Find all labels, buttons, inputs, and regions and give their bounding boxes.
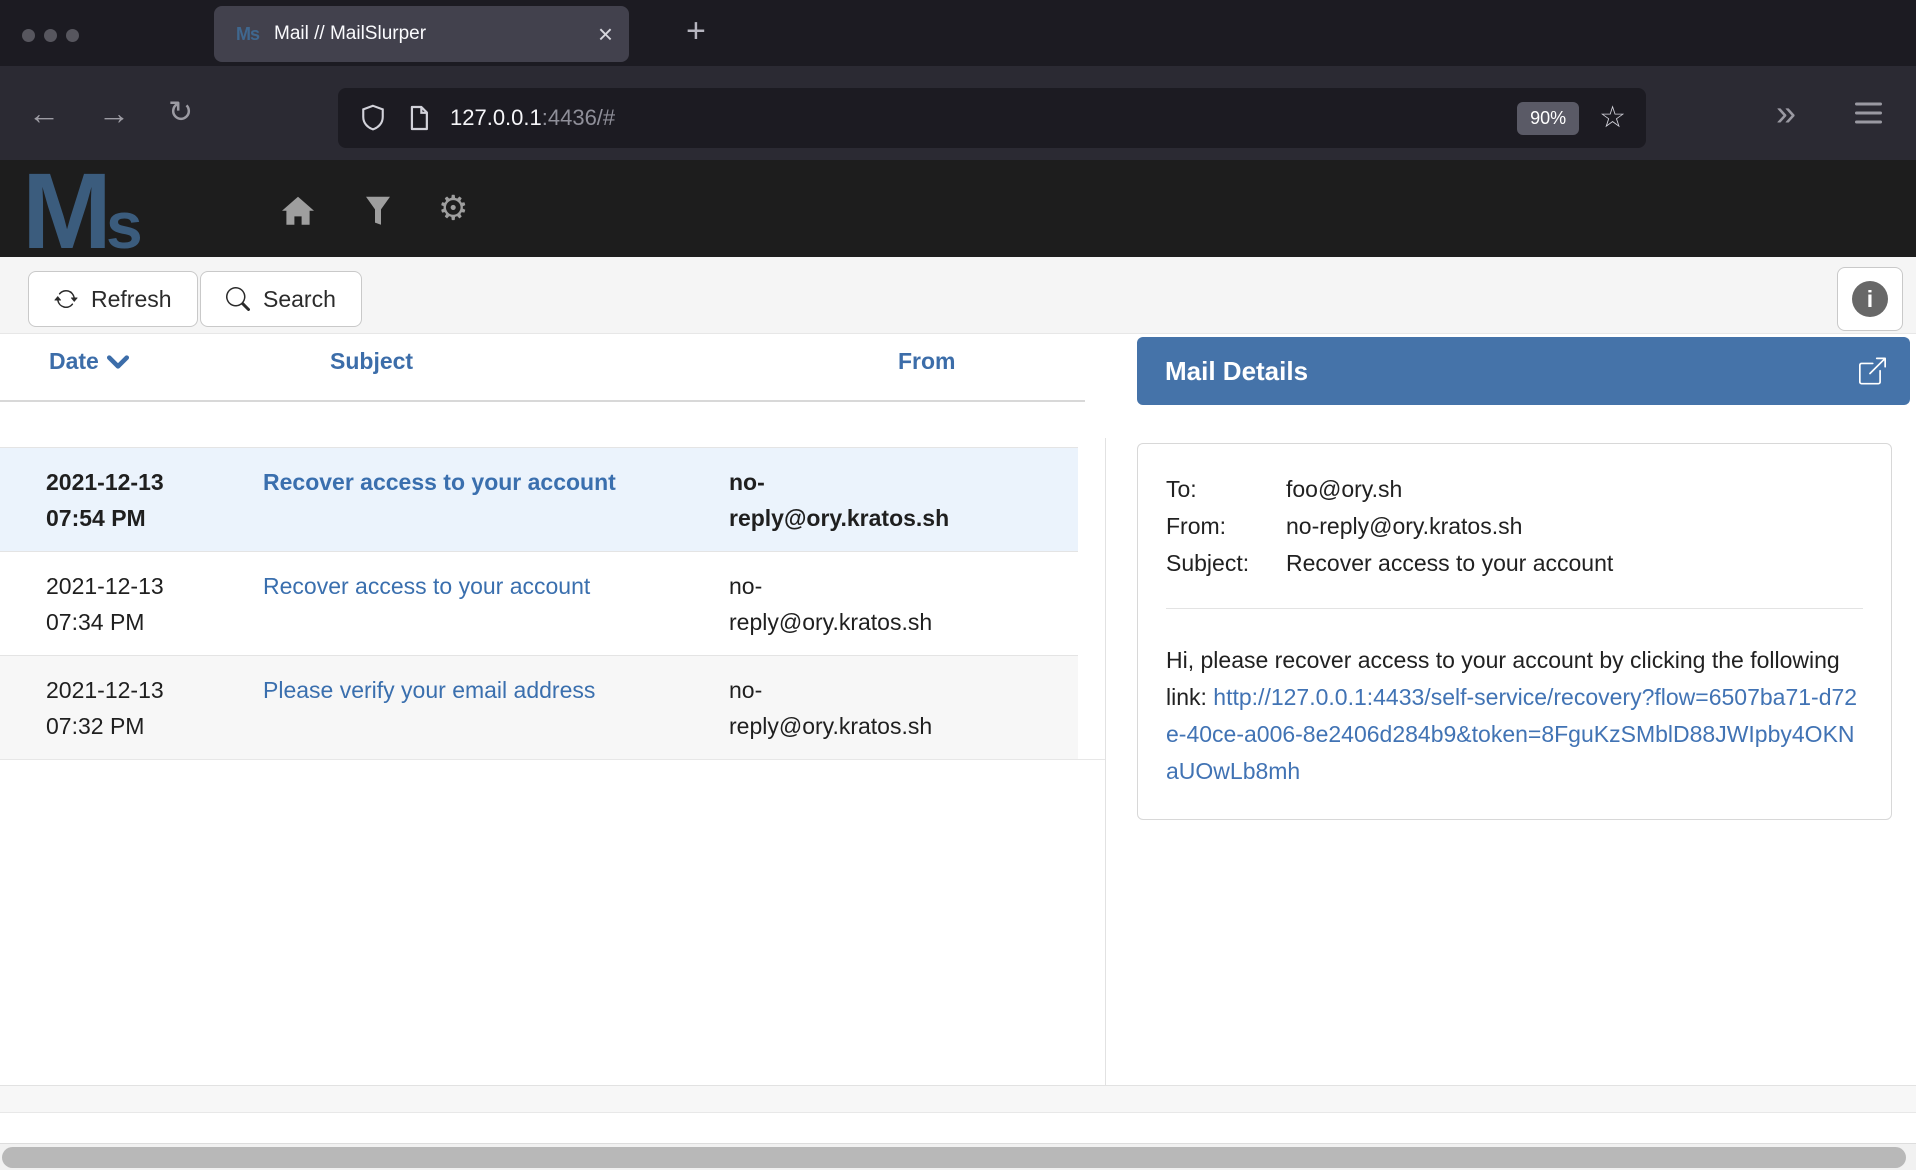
from-value: no-reply@ory.kratos.sh [1286,508,1522,545]
action-toolbar: Refresh Search i [0,257,1916,334]
forward-icon[interactable]: → [98,97,130,129]
mail-from: no-reply@ory.kratos.sh [729,464,959,551]
mail-subject-link[interactable]: Recover access to your account [215,568,729,655]
reload-icon[interactable]: ↻ [168,98,193,128]
url-port-path: :4436/# [542,105,615,130]
logo-letter-s: s [106,188,143,262]
details-separator [1166,608,1863,609]
column-header-date[interactable]: Date [49,348,129,375]
mail-row[interactable]: 2021-12-13 07:34 PM Recover access to yo… [0,551,1078,655]
main-content: Date Subject From 2021-12-13 07:54 PM Re… [0,334,1916,1085]
mail-date: 2021-12-13 07:54 PM [0,464,215,551]
window-minimize-dot[interactable] [44,29,57,42]
sort-chevron-down-icon [107,355,129,369]
panel-footer-strip [0,1085,1916,1113]
mailslurper-favicon-icon: Ms [236,24,259,45]
mail-rows: 2021-12-13 07:54 PM Recover access to yo… [0,447,1105,760]
mail-row[interactable]: 2021-12-13 07:32 PM Please verify your e… [0,655,1078,759]
bookmark-star-icon[interactable]: ☆ [1599,103,1626,133]
mail-from: no-reply@ory.kratos.sh [729,672,959,759]
info-button[interactable]: i [1837,267,1903,331]
browser-tab[interactable]: Ms Mail // MailSlurper × [214,6,629,62]
refresh-button-label: Refresh [91,286,172,313]
window-zoom-dot[interactable] [66,29,79,42]
open-external-icon[interactable] [1859,358,1886,385]
browser-window: Ms Mail // MailSlurper × + ← → ↻ 127.0.0… [0,0,1916,1170]
window-close-dot[interactable] [22,29,35,42]
column-header-date-label: Date [49,348,99,375]
page-bottom-gap [0,1114,1916,1143]
mail-details-panel: Mail Details To: foo@ory.sh From: no-rep… [1105,334,1916,1085]
column-header-from[interactable]: From [898,348,956,375]
extensions-overflow-icon[interactable]: » [1776,95,1796,131]
browser-toolbar: ← → ↻ 127.0.0.1:4436/# 90% ☆ » [0,66,1916,160]
subject-label: Subject: [1166,545,1286,582]
mail-subject-link[interactable]: Recover access to your account [215,464,729,551]
shield-icon[interactable] [360,104,386,132]
header-separator [0,400,1085,402]
filter-icon[interactable] [365,195,391,225]
home-icon[interactable] [281,195,315,225]
zoom-level-badge[interactable]: 90% [1517,102,1579,135]
mail-list-panel: Date Subject From 2021-12-13 07:54 PM Re… [0,334,1105,1085]
mail-date: 2021-12-13 07:32 PM [0,672,215,759]
refresh-icon [54,287,78,311]
mail-details-card: To: foo@ory.sh From: no-reply@ory.kratos… [1137,443,1892,820]
search-icon [226,287,250,311]
to-label: To: [1166,471,1286,508]
mail-body: Hi, please recover access to your accoun… [1166,642,1863,790]
mail-from: no-reply@ory.kratos.sh [729,568,959,655]
mail-subject-link[interactable]: Please verify your email address [215,672,729,759]
url-bar[interactable]: 127.0.0.1:4436/# 90% ☆ [338,88,1646,148]
window-controls[interactable] [22,29,79,42]
column-header-subject[interactable]: Subject [330,348,413,375]
info-icon: i [1852,281,1888,317]
subject-value: Recover access to your account [1286,545,1613,582]
mailslurper-logo: Ms [22,162,143,259]
logo-letter-m: M [22,150,106,271]
tab-strip: Ms Mail // MailSlurper × + [0,0,1916,66]
scrollbar-thumb[interactable] [2,1147,1906,1168]
url-text: 127.0.0.1:4436/# [450,105,615,131]
mail-date: 2021-12-13 07:34 PM [0,568,215,655]
url-host: 127.0.0.1 [450,105,542,130]
mail-row-selected[interactable]: 2021-12-13 07:54 PM Recover access to yo… [0,447,1078,551]
mail-list-header: Date Subject From [0,334,1105,400]
from-label: From: [1166,508,1286,545]
mailslurper-header: Ms ⚙ [0,160,1916,257]
new-tab-icon[interactable]: + [686,12,706,51]
mail-details-header: Mail Details [1137,337,1910,405]
to-value: foo@ory.sh [1286,471,1402,508]
back-icon[interactable]: ← [28,97,60,129]
search-button[interactable]: Search [200,271,362,327]
horizontal-scrollbar[interactable] [0,1143,1916,1170]
refresh-button[interactable]: Refresh [28,271,198,327]
recovery-link[interactable]: http://127.0.0.1:4433/self-service/recov… [1166,684,1857,784]
search-button-label: Search [263,286,336,313]
page-info-icon[interactable] [408,104,430,132]
menu-icon[interactable] [1855,103,1882,124]
tab-close-icon[interactable]: × [598,21,613,47]
mail-details-title: Mail Details [1165,356,1308,387]
gear-icon[interactable]: ⚙ [438,191,468,225]
tab-title: Mail // MailSlurper [274,23,426,45]
